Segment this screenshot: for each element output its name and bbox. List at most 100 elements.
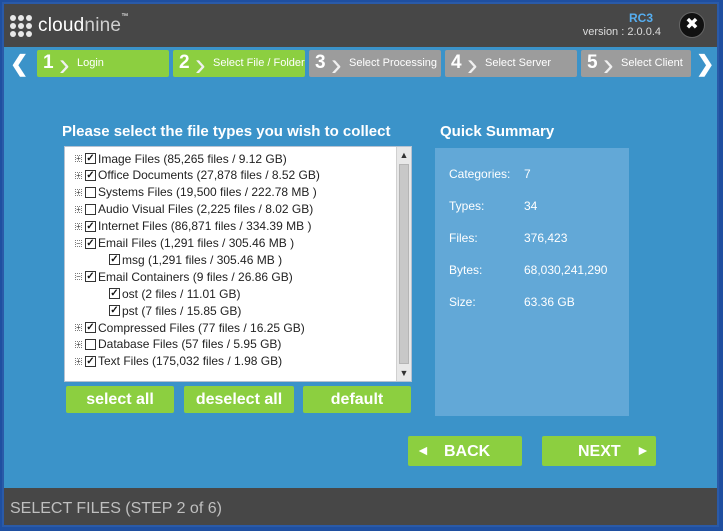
step-number: 2 (179, 52, 190, 73)
file-type-checkbox[interactable]: ✓ (85, 169, 96, 181)
title-bar: cloudnine™ RC3 version : 2.0.0.4 ✖ (4, 4, 717, 47)
file-type-checkbox[interactable]: ✓ (85, 220, 96, 232)
scroll-thumb[interactable] (399, 164, 409, 364)
version-label: version : 2.0.0.4 (582, 26, 661, 38)
file-type-label: Database Files (57 files / 5.95 GB) (98, 337, 282, 352)
deselect-all-button[interactable]: deselect all (184, 386, 294, 413)
status-text: SELECT FILES (STEP 2 of 6) (10, 500, 222, 517)
file-type-tree-rows: + ✓ Image Files (85,265 files / 9.12 GB) + ✓… (65, 147, 397, 381)
summary-categories-value: 7 (524, 167, 531, 181)
cloudnine-logo: cloudnine™ (10, 13, 129, 37)
step-label: Select Client (621, 57, 683, 69)
file-type-row[interactable]: ✓ msg (1,291 files / 305.46 MB ) (109, 251, 282, 268)
app-window: cloudnine™ RC3 version : 2.0.0.4 ✖ ❮ 1 ›… (2, 2, 719, 527)
file-type-row[interactable]: + Database Files (57 files / 5.95 GB) (75, 336, 281, 353)
file-type-label: Systems Files (19,500 files / 222.78 MB … (98, 185, 317, 200)
file-type-checkbox[interactable]: ✓ (85, 237, 96, 249)
next-button[interactable]: NEXT ► (542, 436, 656, 466)
select-all-button[interactable]: select all (66, 386, 174, 413)
summary-files-value: 376,423 (524, 231, 568, 245)
steps-next-arrow-icon[interactable]: ❯ (696, 50, 714, 78)
steps-prev-arrow-icon[interactable]: ❮ (10, 50, 28, 78)
expand-icon[interactable]: + (75, 205, 82, 213)
summary-files-label: Files: (449, 231, 478, 245)
summary-types-value: 34 (524, 199, 538, 213)
scroll-up-icon[interactable]: ▲ (397, 147, 411, 163)
step-select-server[interactable]: 4 › Select Server (445, 50, 577, 77)
step-label: Select Server (485, 57, 552, 69)
file-type-label: Office Documents (27,878 files / 8.52 GB… (98, 168, 320, 183)
summary-types-label: Types: (449, 199, 485, 213)
file-type-row[interactable]: ✓ pst (7 files / 15.85 GB) (109, 302, 241, 319)
step-select-processing[interactable]: 3 › Select Processing (309, 50, 441, 77)
file-type-row[interactable]: + Audio Visual Files (2,225 files / 8.02 … (75, 201, 313, 218)
file-type-checkbox[interactable]: ✓ (109, 305, 120, 317)
file-type-checkbox[interactable] (85, 338, 96, 350)
file-type-checkbox[interactable] (85, 203, 96, 215)
next-arrow-icon: ► (636, 442, 650, 458)
step-number: 1 (43, 52, 54, 73)
file-type-row[interactable]: + ✓ Internet Files (86,871 files / 334.39 … (75, 218, 311, 235)
file-type-label: Email Files (1,291 files / 305.46 MB ) (98, 236, 295, 250)
file-type-row[interactable]: + ✓ Compressed Files (77 files / 16.25 GB) (75, 319, 305, 336)
next-label: NEXT (578, 443, 621, 460)
expand-icon[interactable]: + (75, 188, 82, 196)
file-type-row[interactable]: + ✓ Image Files (85,265 files / 9.12 GB) (75, 150, 287, 167)
file-type-checkbox[interactable]: ✓ (85, 271, 96, 283)
quick-summary-heading: Quick Summary (440, 123, 555, 140)
step-select-file-folder[interactable]: 2 › Select File / Folder (173, 50, 305, 77)
file-type-checkbox[interactable]: ✓ (109, 254, 120, 266)
back-button[interactable]: ◄ BACK (408, 436, 522, 466)
file-type-row[interactable]: − ✓ Email Files (1,291 files / 305.46 MB ) (75, 235, 294, 252)
expand-icon[interactable]: + (75, 155, 82, 163)
file-type-label: Image Files (85,265 files / 9.12 GB) (98, 151, 287, 166)
status-bar: SELECT FILES (STEP 2 of 6) (4, 488, 717, 525)
scroll-down-icon[interactable]: ▼ (397, 365, 411, 381)
file-type-label: Internet Files (86,871 files / 334.39 MB… (98, 219, 312, 234)
file-type-checkbox[interactable]: ✓ (85, 322, 96, 333)
file-type-label: Email Containers (9 files / 26.86 GB) (98, 269, 293, 284)
step-label: Login (77, 57, 104, 69)
step-separator-icon: › (59, 50, 70, 77)
quick-summary-panel: Categories: 7 Types: 34 Files: 376,423 B… (435, 148, 629, 416)
expand-icon[interactable]: + (75, 357, 82, 365)
file-type-label: Text Files (175,032 files / 1.98 GB) (98, 354, 283, 369)
summary-size-label: Size: (449, 295, 476, 309)
file-type-checkbox[interactable]: ✓ (85, 355, 96, 367)
step-separator-icon: › (195, 50, 206, 77)
wizard-steps: ❮ 1 › Login 2 › Select File / Folder 3 ›… (4, 50, 717, 78)
step-number: 3 (315, 52, 326, 73)
expand-icon[interactable]: + (75, 171, 82, 179)
file-type-label: ost (2 files / 11.01 GB) (122, 286, 241, 301)
step-select-client[interactable]: 5 › Select Client (581, 50, 691, 77)
close-button[interactable]: ✖ (679, 12, 705, 38)
collapse-icon[interactable]: − (75, 273, 82, 281)
file-type-row[interactable]: + ✓ Text Files (175,032 files / 1.98 GB) (75, 353, 282, 370)
step-label: Select File / Folder (213, 57, 305, 69)
logo-text: cloudnine™ (38, 13, 129, 36)
file-type-label: Audio Visual Files (2,225 files / 8.02 G… (98, 202, 314, 217)
file-type-label: msg (1,291 files / 305.46 MB ) (122, 252, 283, 267)
file-type-checkbox[interactable]: ✓ (109, 288, 120, 300)
file-type-row[interactable]: + ✓ Office Documents (27,878 files / 8.52 … (75, 167, 320, 184)
logo-dots-icon (10, 15, 32, 37)
file-type-checkbox[interactable] (85, 186, 96, 198)
file-type-row[interactable]: − ✓ Email Containers (9 files / 26.86 GB) (75, 268, 293, 285)
default-button[interactable]: default (303, 386, 411, 413)
tree-scrollbar[interactable]: ▲ ▼ (396, 147, 411, 381)
expand-icon[interactable]: + (75, 324, 82, 332)
step-label: Select Processing (349, 57, 438, 69)
summary-bytes-value: 68,030,241,290 (524, 263, 608, 277)
expand-icon[interactable]: + (75, 222, 82, 230)
close-icon: ✖ (685, 16, 699, 33)
file-type-tree[interactable]: + ✓ Image Files (85,265 files / 9.12 GB) + ✓… (64, 146, 412, 382)
step-separator-icon: › (467, 50, 478, 77)
file-type-row[interactable]: + Systems Files (19,500 files / 222.78 MB… (75, 184, 317, 201)
step-login[interactable]: 1 › Login (37, 50, 169, 77)
step-number: 4 (451, 52, 462, 73)
collapse-icon[interactable]: − (75, 239, 82, 247)
expand-icon[interactable]: + (75, 340, 82, 348)
file-type-checkbox[interactable]: ✓ (85, 153, 96, 164)
back-label: BACK (444, 443, 491, 460)
file-type-row[interactable]: ✓ ost (2 files / 11.01 GB) (109, 285, 241, 302)
